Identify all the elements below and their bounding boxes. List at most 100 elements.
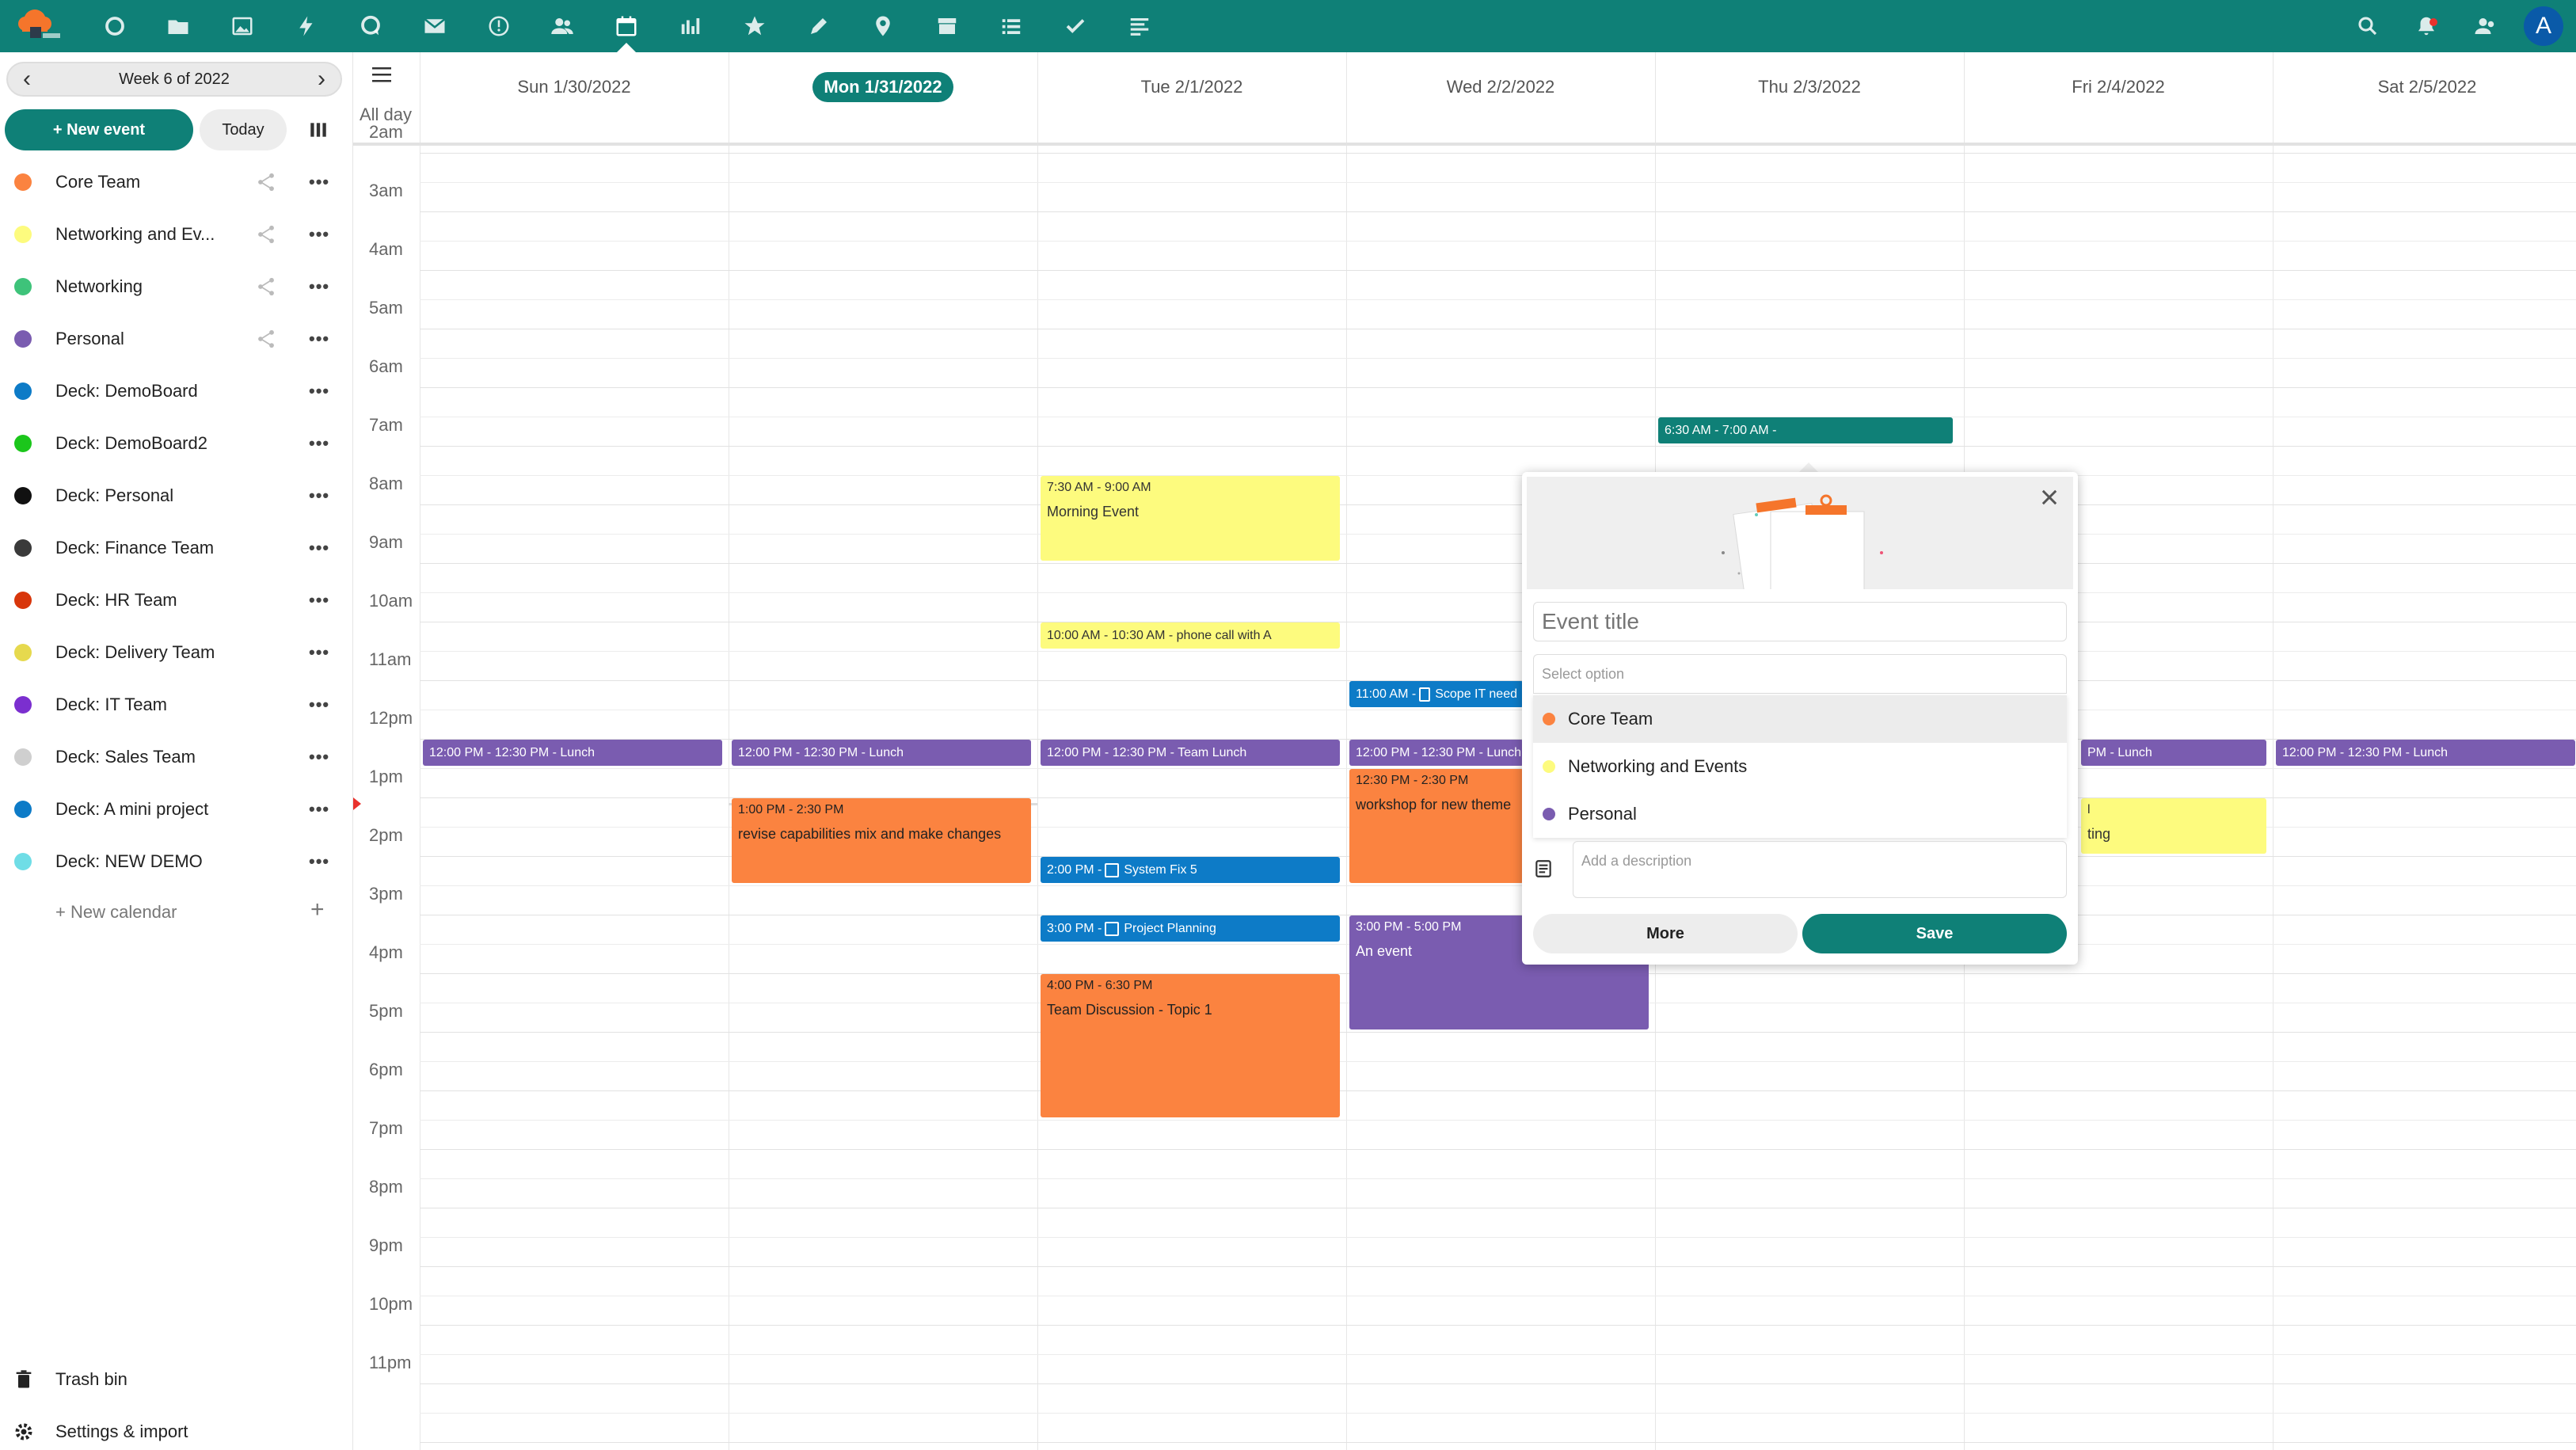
- calendar-color-dot[interactable]: [14, 539, 32, 557]
- more-actions-icon[interactable]: •••: [309, 747, 329, 767]
- tasks-icon[interactable]: [995, 10, 1027, 42]
- task-checkbox-icon[interactable]: [1419, 687, 1431, 702]
- event-title-input[interactable]: [1533, 602, 2067, 641]
- calendar-event[interactable]: 12:00 PM - 12:30 PM - Lunch: [2276, 740, 2575, 766]
- task-checkbox-icon[interactable]: [1105, 862, 1120, 877]
- activity-icon[interactable]: [291, 10, 322, 42]
- share-icon[interactable]: [255, 223, 277, 245]
- task-checkbox-icon[interactable]: [1105, 921, 1120, 936]
- calendar-event[interactable]: 2:00 PM - System Fix 5: [1041, 857, 1340, 883]
- contacts-menu-icon[interactable]: [2469, 10, 2501, 42]
- previous-week-button[interactable]: ‹: [8, 63, 46, 95]
- calendar-color-dot[interactable]: [14, 435, 32, 452]
- calendar-item[interactable]: Deck: DemoBoard •••: [0, 365, 353, 417]
- day-header[interactable]: Mon 1/31/2022: [729, 70, 1037, 105]
- calendar-event[interactable]: 1:00 PM - 2:30 PM revise capabilities mix…: [732, 798, 1031, 883]
- calendar-color-dot[interactable]: [14, 173, 32, 191]
- share-icon[interactable]: [255, 276, 277, 298]
- calendar-color-dot[interactable]: [14, 748, 32, 766]
- view-switcher-icon[interactable]: [304, 116, 333, 144]
- more-actions-icon[interactable]: •••: [309, 695, 329, 715]
- calendar-event[interactable]: 11:00 AM - Scope IT need: [1349, 681, 1524, 707]
- calendar-event[interactable]: 4:00 PM - 6:30 PM Team Discussion - Topic…: [1041, 974, 1340, 1117]
- day-header[interactable]: Sun 1/30/2022: [420, 70, 729, 105]
- calendar-color-dot[interactable]: [14, 226, 32, 243]
- calendar-event[interactable]: 12:00 PM - 12:30 PM - Lunch: [423, 740, 722, 766]
- calendar-item[interactable]: Deck: Delivery Team •••: [0, 626, 353, 679]
- new-calendar-plus-icon[interactable]: +: [310, 896, 325, 923]
- calendar-item[interactable]: Networking and Ev... •••: [0, 208, 353, 261]
- settings-row[interactable]: Settings & import: [0, 1408, 353, 1450]
- calendar-event[interactable]: 12:00 PM - 12:30 PM - Lunch: [1349, 740, 1524, 766]
- share-icon[interactable]: [255, 171, 277, 193]
- checkmark-icon[interactable]: [1060, 10, 1091, 42]
- week-label[interactable]: Week 6 of 2022: [46, 70, 302, 89]
- photos-icon[interactable]: [226, 10, 258, 42]
- nextcloud-logo[interactable]: [11, 5, 62, 48]
- calendar-item[interactable]: Networking •••: [0, 261, 353, 313]
- search-icon[interactable]: [2352, 10, 2384, 42]
- calendar-event[interactable]: 7:30 AM - 9:00 AM Morning Event: [1041, 476, 1340, 561]
- share-icon[interactable]: [255, 328, 277, 350]
- contacts-icon[interactable]: [546, 10, 578, 42]
- calendar-color-dot[interactable]: [14, 330, 32, 348]
- save-button[interactable]: Save: [1802, 914, 2067, 953]
- calendar-event[interactable]: 12:30 PM - 2:30 PM workshop for new theme: [1349, 769, 1524, 883]
- calendar-color-dot[interactable]: [14, 487, 32, 504]
- bookmarks-icon[interactable]: [739, 10, 771, 42]
- dashboard-icon[interactable]: [99, 10, 131, 42]
- more-actions-icon[interactable]: •••: [309, 538, 329, 558]
- more-actions-icon[interactable]: •••: [309, 172, 329, 192]
- maps-icon[interactable]: [867, 10, 899, 42]
- calendar-color-dot[interactable]: [14, 382, 32, 400]
- day-header[interactable]: Wed 2/2/2022: [1346, 70, 1655, 105]
- calendar-color-dot[interactable]: [14, 696, 32, 714]
- calendar-event[interactable]: 3:00 PM - Project Planning: [1041, 915, 1340, 942]
- calendar-item[interactable]: Deck: NEW DEMO •••: [0, 835, 353, 888]
- new-event-button[interactable]: + New event: [5, 109, 193, 150]
- analytics-icon[interactable]: [675, 10, 706, 42]
- calendar-event[interactable]: 6:30 AM - 7:00 AM -: [1658, 417, 1953, 443]
- day-header[interactable]: Sat 2/5/2022: [2273, 70, 2576, 105]
- notifications-bell-icon[interactable]: [2410, 10, 2442, 42]
- calendar-item[interactable]: Deck: Finance Team •••: [0, 522, 353, 574]
- calendar-item[interactable]: Personal •••: [0, 313, 353, 365]
- calendar-event[interactable]: 12:00 PM - 12:30 PM - Lunch: [732, 740, 1031, 766]
- day-header[interactable]: Tue 2/1/2022: [1037, 70, 1346, 105]
- calendar-event[interactable]: l ting: [2081, 798, 2266, 854]
- files-icon[interactable]: [162, 10, 194, 42]
- calendar-event[interactable]: 12:00 PM - 12:30 PM - Team Lunch: [1041, 740, 1340, 766]
- calendar-select[interactable]: Select option: [1533, 654, 2067, 694]
- talk-icon[interactable]: [355, 10, 386, 42]
- mail-icon[interactable]: [419, 10, 451, 42]
- more-actions-icon[interactable]: •••: [309, 851, 329, 872]
- deck-icon[interactable]: [483, 10, 515, 42]
- notes-icon[interactable]: [803, 10, 835, 42]
- more-button[interactable]: More: [1533, 914, 1798, 953]
- today-button[interactable]: Today: [200, 109, 287, 150]
- more-actions-icon[interactable]: •••: [309, 485, 329, 506]
- calendar-item[interactable]: Deck: A mini project •••: [0, 783, 353, 835]
- day-header[interactable]: Fri 2/4/2022: [1964, 70, 2273, 105]
- calendar-item[interactable]: Deck: HR Team •••: [0, 574, 353, 626]
- more-actions-icon[interactable]: •••: [309, 224, 329, 245]
- more-actions-icon[interactable]: •••: [309, 433, 329, 454]
- more-actions-icon[interactable]: •••: [309, 590, 329, 611]
- calendar-item[interactable]: Deck: DemoBoard2 •••: [0, 417, 353, 470]
- calendar-option[interactable]: Core Team: [1533, 695, 2067, 743]
- description-input[interactable]: Add a description: [1573, 841, 2067, 898]
- user-avatar[interactable]: A: [2524, 6, 2563, 46]
- calendar-item[interactable]: Deck: Sales Team •••: [0, 731, 353, 783]
- calendar-option[interactable]: Personal: [1533, 790, 2067, 838]
- more-actions-icon[interactable]: •••: [309, 381, 329, 402]
- calendar-color-dot[interactable]: [14, 592, 32, 609]
- trash-bin-row[interactable]: Trash bin: [0, 1356, 353, 1403]
- calendar-event[interactable]: 10:00 AM - 10:30 AM - phone call with A: [1041, 622, 1340, 649]
- more-actions-icon[interactable]: •••: [309, 642, 329, 663]
- more-actions-icon[interactable]: •••: [309, 799, 329, 820]
- more-actions-icon[interactable]: •••: [309, 276, 329, 297]
- new-calendar-button[interactable]: + New calendar: [55, 902, 177, 923]
- calendar-item[interactable]: Deck: Personal •••: [0, 470, 353, 522]
- calendar-color-dot[interactable]: [14, 278, 32, 295]
- calendar-event[interactable]: PM - Lunch: [2081, 740, 2266, 766]
